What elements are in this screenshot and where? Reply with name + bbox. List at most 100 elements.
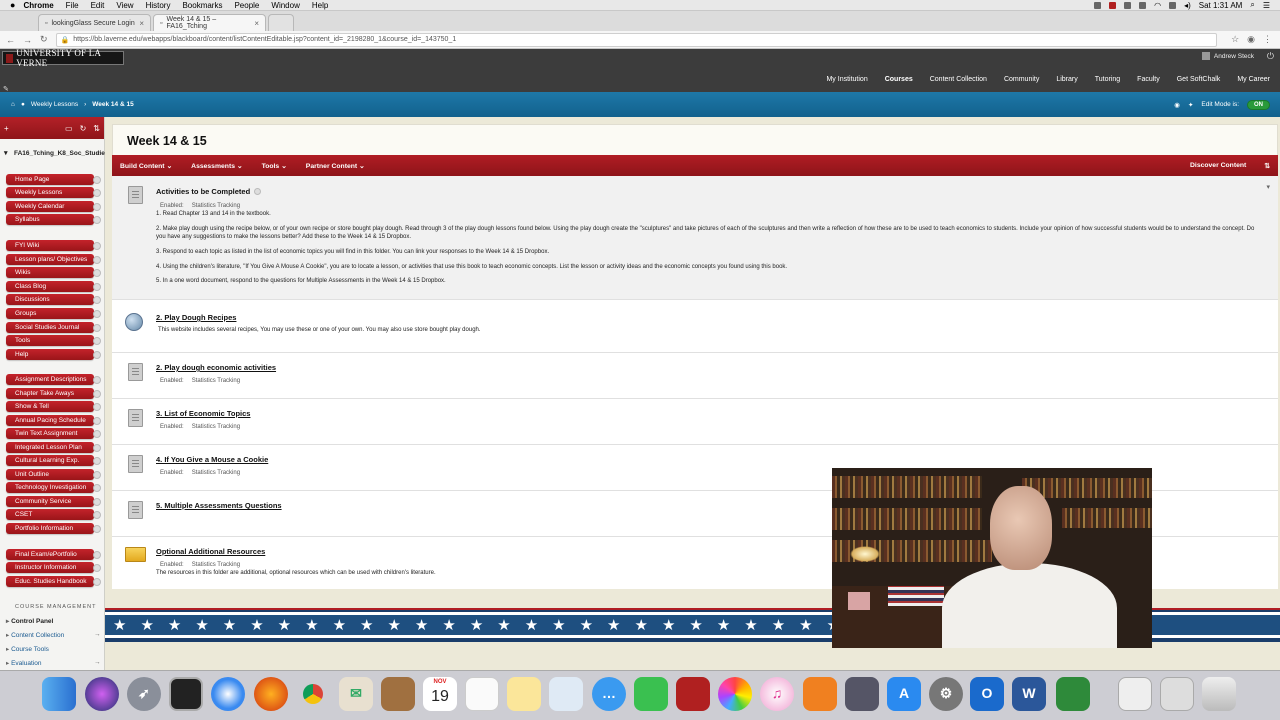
chrome-icon[interactable] bbox=[296, 677, 330, 711]
sidebar-item-options-icon[interactable] bbox=[93, 457, 101, 465]
sidebar-item-options-icon[interactable] bbox=[93, 403, 101, 411]
sidebar-item[interactable]: Cultural Learning Exp. bbox=[6, 455, 94, 466]
forward-icon[interactable]: → bbox=[23, 35, 32, 45]
preview-icon[interactable] bbox=[549, 677, 583, 711]
logout-icon[interactable]: ⏻ bbox=[1267, 51, 1274, 62]
sidebar-item-options-icon[interactable] bbox=[93, 430, 101, 438]
camtasia-icon[interactable] bbox=[1056, 677, 1090, 711]
status-icon[interactable] bbox=[1124, 1, 1132, 9]
course-management-item[interactable]: Control Panel bbox=[6, 617, 53, 625]
home-icon[interactable]: ⌂ bbox=[11, 101, 15, 108]
nav-tab-softchalk[interactable]: Get SoftChalk bbox=[1177, 76, 1221, 83]
utility-icon[interactable] bbox=[845, 677, 879, 711]
browser-tab[interactable]: ▫ lookingGlass Secure Login × bbox=[38, 14, 151, 31]
sidebar-item-options-icon[interactable] bbox=[93, 242, 101, 250]
sidebar-item-options-icon[interactable] bbox=[93, 269, 101, 277]
sidebar-item-options-icon[interactable] bbox=[93, 176, 101, 184]
system-preferences-icon[interactable]: ⚙ bbox=[929, 677, 963, 711]
itunes-icon[interactable]: ♫ bbox=[760, 677, 794, 711]
sidebar-item-options-icon[interactable] bbox=[93, 324, 101, 332]
sidebar-item[interactable]: Technology Investigation bbox=[6, 482, 94, 493]
sidebar-item-options-icon[interactable] bbox=[93, 511, 101, 519]
spotlight-icon[interactable]: ⌕ bbox=[1250, 0, 1254, 10]
nav-tab-content-collection[interactable]: Content Collection bbox=[930, 76, 987, 83]
sidebar-item[interactable]: Syllabus bbox=[6, 214, 94, 225]
options-menu-icon[interactable] bbox=[254, 188, 262, 195]
sidebar-item[interactable]: Show & Tell bbox=[6, 401, 94, 412]
sidebar-item[interactable]: Weekly Calendar bbox=[6, 201, 94, 212]
content-item[interactable]: 2. Play dough economic activities Enable… bbox=[112, 353, 1278, 399]
sidebar-item[interactable]: Assignment Descriptions bbox=[6, 374, 94, 385]
item-title-link[interactable]: 2. Play Dough Recipes bbox=[156, 313, 236, 322]
nav-tab-tutoring[interactable]: Tutoring bbox=[1095, 76, 1120, 83]
user-menu[interactable]: Andrew Steck bbox=[1201, 52, 1254, 60]
facetime-icon[interactable] bbox=[634, 677, 668, 711]
sidebar-item-options-icon[interactable] bbox=[93, 484, 101, 492]
menu-bookmarks[interactable]: Bookmarks bbox=[182, 1, 222, 10]
nav-tab-faculty[interactable]: Faculty bbox=[1137, 76, 1160, 83]
sidebar-item-options-icon[interactable] bbox=[93, 564, 101, 572]
menu-file[interactable]: File bbox=[66, 1, 79, 10]
nav-tab-library[interactable]: Library bbox=[1056, 76, 1077, 83]
menu-history[interactable]: History bbox=[146, 1, 171, 10]
course-management-item[interactable]: Evaluation→ bbox=[6, 659, 100, 667]
item-title[interactable]: Activities to be Completed bbox=[156, 187, 262, 196]
sidebar-item[interactable]: Annual Pacing Schedule bbox=[6, 415, 94, 426]
course-management-item[interactable]: Course Tools bbox=[6, 645, 49, 653]
sidebar-item[interactable]: FYI Wiki bbox=[6, 240, 94, 251]
menu-help[interactable]: Help bbox=[312, 1, 328, 10]
sidebar-item[interactable]: Discussions bbox=[6, 294, 94, 305]
assessments-menu[interactable]: Assessments ⌄ bbox=[191, 162, 242, 170]
build-content-menu[interactable]: Build Content ⌄ bbox=[120, 162, 172, 170]
add-menu-item-icon[interactable]: + bbox=[4, 124, 9, 133]
course-menu-icon[interactable]: ● bbox=[21, 101, 25, 108]
chrome-menu-icon[interactable]: ⋮ bbox=[1263, 34, 1272, 45]
nav-tab-my-career[interactable]: My Career bbox=[1237, 76, 1270, 83]
sidebar-item-options-icon[interactable] bbox=[93, 376, 101, 384]
nav-tab-my-institution[interactable]: My Institution bbox=[826, 76, 867, 83]
contacts-icon[interactable] bbox=[381, 677, 415, 711]
photo-app-icon[interactable] bbox=[676, 677, 710, 711]
edit-mode-toggle[interactable]: ON bbox=[1247, 99, 1270, 110]
sidebar-item-options-icon[interactable] bbox=[93, 551, 101, 559]
apple-menu-icon[interactable]: ● bbox=[10, 0, 15, 10]
menu-app-name[interactable]: Chrome bbox=[23, 1, 53, 10]
sidebar-item[interactable]: Wikis bbox=[6, 267, 94, 278]
menu-window[interactable]: Window bbox=[271, 1, 299, 10]
sidebar-item[interactable]: Educ. Studies Handbook bbox=[6, 576, 94, 587]
course-title[interactable]: FA16_Tching_K8_Soc_Studies_CRN:_1077 ⌂ bbox=[0, 139, 146, 158]
sidebar-item[interactable]: Chapter Take Aways bbox=[6, 388, 94, 399]
word-icon[interactable]: W bbox=[1012, 677, 1046, 711]
sidebar-item-options-icon[interactable] bbox=[93, 337, 101, 345]
refresh-icon[interactable]: ↻ bbox=[80, 124, 87, 133]
item-title-link[interactable]: 4. If You Give a Mouse a Cookie bbox=[156, 455, 268, 464]
finder-icon[interactable] bbox=[42, 677, 76, 711]
airplay-icon[interactable] bbox=[1169, 1, 1177, 9]
sidebar-item[interactable]: Unit Outline bbox=[6, 469, 94, 480]
sidebar-item[interactable]: Integrated Lesson Plan bbox=[6, 442, 94, 453]
sidebar-item[interactable]: Groups bbox=[6, 308, 94, 319]
student-preview-icon[interactable]: ◉ bbox=[1174, 101, 1180, 109]
photos-icon[interactable] bbox=[718, 677, 752, 711]
sidebar-item-options-icon[interactable] bbox=[93, 351, 101, 359]
siri-icon[interactable] bbox=[85, 677, 119, 711]
sidebar-item-options-icon[interactable] bbox=[93, 189, 101, 197]
back-icon[interactable]: ← bbox=[6, 35, 15, 45]
notification-center-icon[interactable]: ☰ bbox=[1263, 1, 1270, 10]
sidebar-item-options-icon[interactable] bbox=[93, 471, 101, 479]
sidebar-item-options-icon[interactable] bbox=[93, 283, 101, 291]
menu-edit[interactable]: Edit bbox=[91, 1, 105, 10]
nav-tab-courses[interactable]: Courses bbox=[885, 76, 913, 97]
sort-items-icon[interactable]: ⇅ bbox=[1264, 162, 1270, 170]
tools-menu[interactable]: Tools ⌄ bbox=[262, 162, 287, 170]
launchpad-icon[interactable]: ➶ bbox=[127, 677, 161, 711]
item-title-link[interactable]: Optional Additional Resources bbox=[156, 547, 265, 556]
browser-tab-active[interactable]: ▫ Week 14 & 15 – FA16_Tching × bbox=[153, 14, 266, 31]
sidebar-item-options-icon[interactable] bbox=[93, 310, 101, 318]
volume-icon[interactable]: ◂) bbox=[1184, 1, 1191, 10]
nav-tab-community[interactable]: Community bbox=[1004, 76, 1039, 83]
status-icon[interactable] bbox=[1094, 1, 1102, 9]
menu-view[interactable]: View bbox=[116, 1, 133, 10]
bookmark-star-icon[interactable]: ☆ bbox=[1231, 34, 1239, 45]
item-title-link[interactable]: 5. Multiple Assessments Questions bbox=[156, 501, 282, 510]
